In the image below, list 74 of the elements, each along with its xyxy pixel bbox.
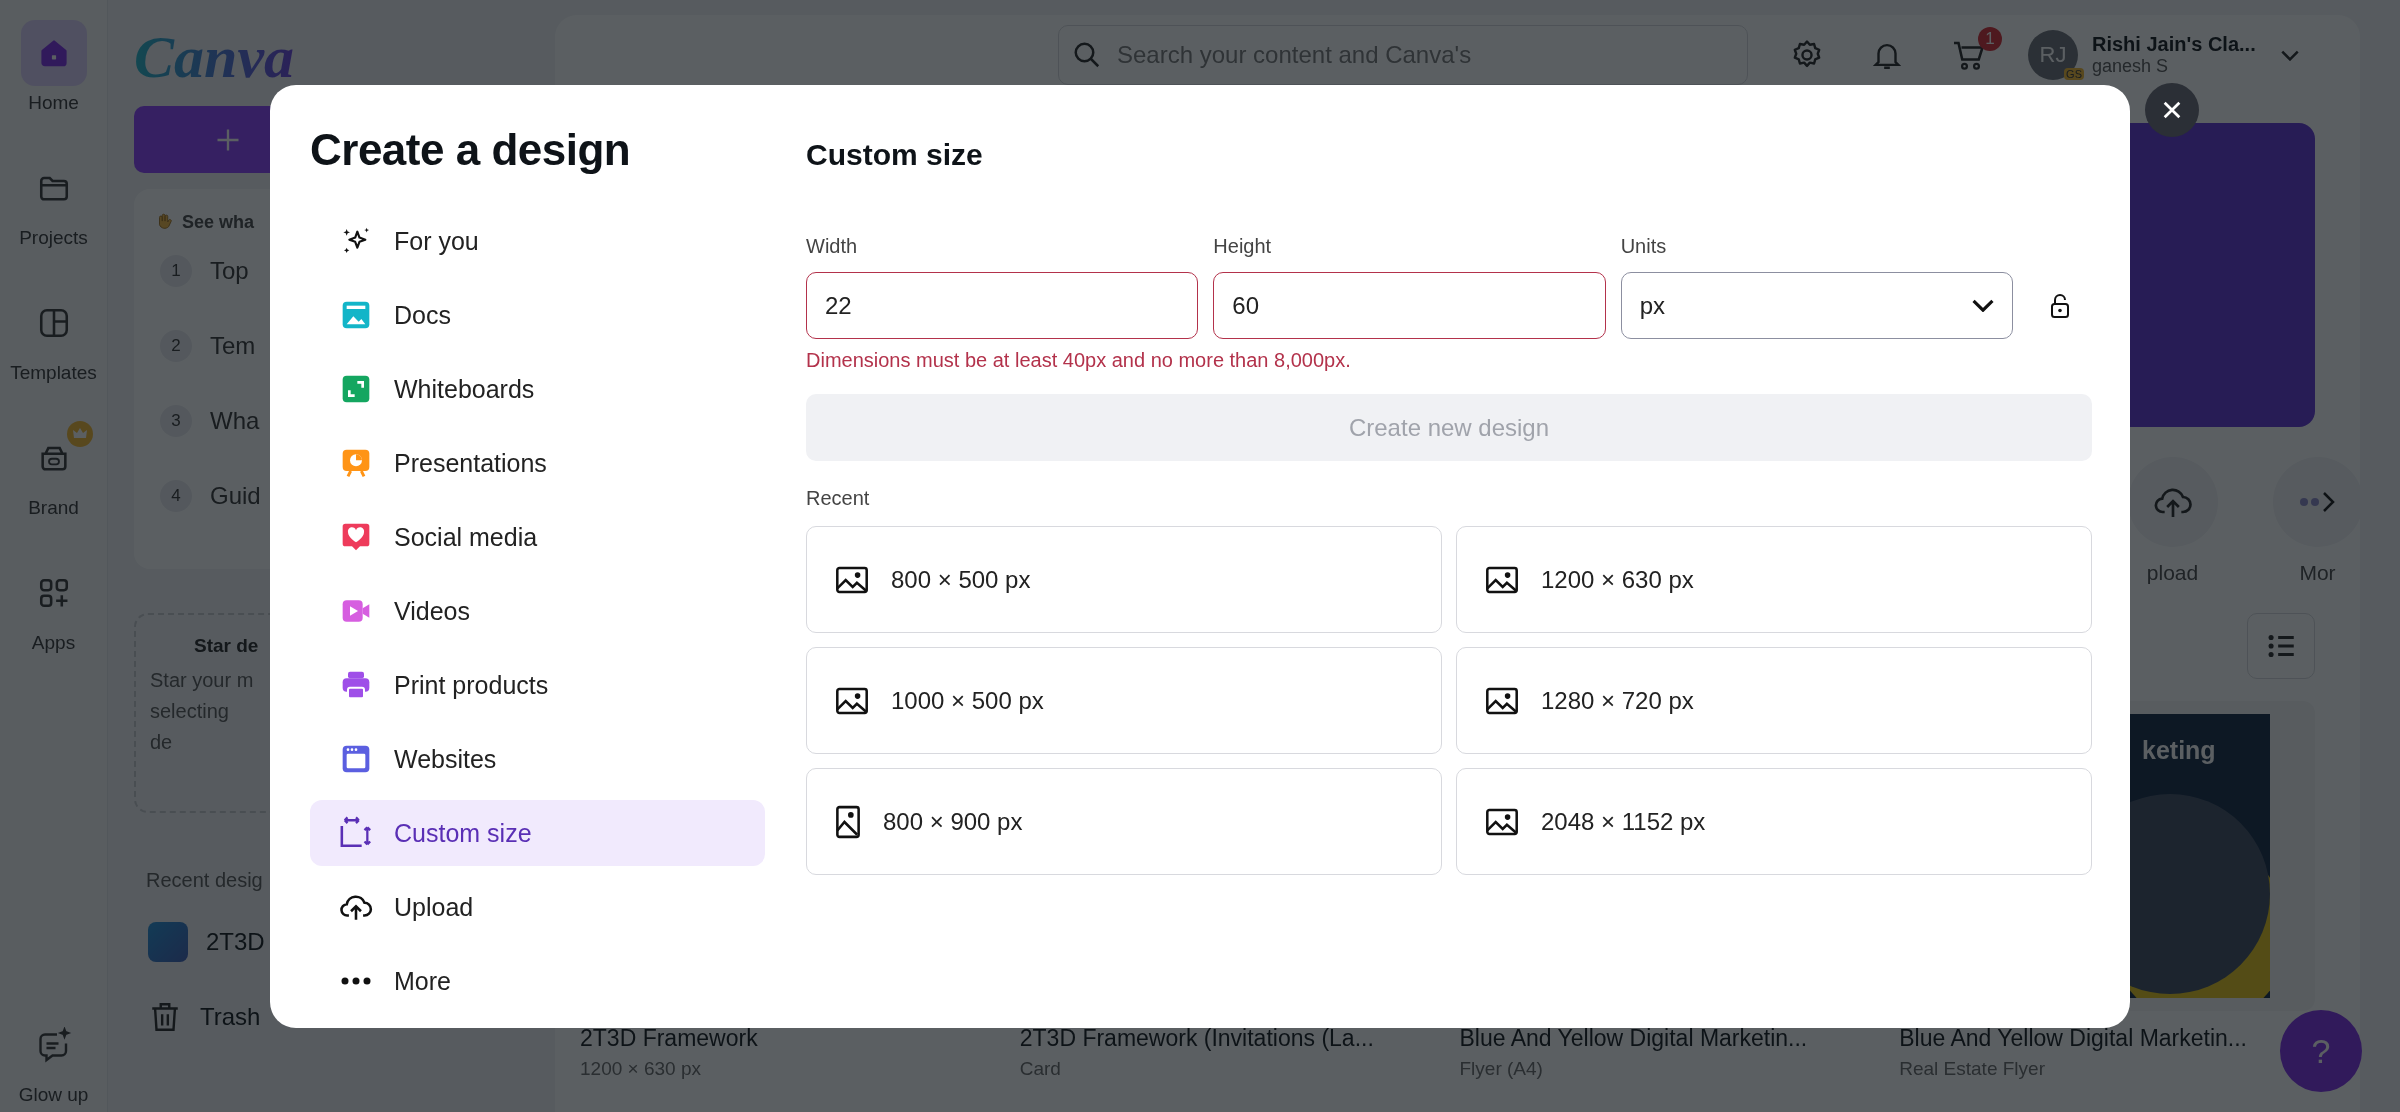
field-label: Height	[1213, 235, 1273, 258]
step-number: 4	[160, 479, 192, 512]
printer-icon	[340, 669, 372, 701]
design-title[interactable]: Blue And Yellow Digital Marketin...	[1459, 1025, 1876, 1052]
image-icon	[835, 686, 869, 715]
step-number: 2	[160, 329, 192, 362]
portrait-image-icon	[835, 804, 861, 839]
list-item-text[interactable]: Tem	[210, 331, 256, 360]
chevron-down-icon	[2281, 49, 2299, 61]
more-icon	[340, 976, 372, 986]
browser-window-icon	[340, 743, 372, 775]
design-thumbnail	[148, 922, 188, 962]
recent-size-option[interactable]: 1200 × 630 px	[1456, 526, 2092, 633]
trash-link[interactable]: Trash	[200, 1003, 261, 1031]
nav-item[interactable]: For you	[310, 208, 765, 274]
image-icon	[1485, 807, 1519, 836]
recent-size-option[interactable]: 800 × 900 px	[806, 768, 1442, 875]
nav-item[interactable]: Docs	[310, 282, 765, 348]
step-number: 1	[160, 254, 192, 287]
recent-size-option[interactable]: 1280 × 720 px	[1456, 647, 2092, 754]
list-item-text[interactable]: Guid	[210, 481, 261, 510]
design-title[interactable]: 2T3D Framework	[580, 1025, 996, 1052]
recent-size-option[interactable]: 1000 × 500 px	[806, 647, 1442, 754]
thumbnail-text: keting	[2142, 736, 2216, 765]
image-icon	[1485, 686, 1519, 715]
document-icon	[340, 299, 372, 331]
nav-item[interactable]: Presentations	[310, 430, 765, 496]
list-item-text[interactable]: Wha	[210, 406, 260, 435]
section-heading: Recent	[806, 487, 871, 510]
resize-icon	[339, 816, 373, 850]
units-dropdown[interactable]: px	[1620, 272, 2013, 339]
close-icon	[2161, 99, 2183, 121]
nav-item[interactable]: Videos	[310, 578, 765, 644]
nav-item[interactable]: Websites	[310, 726, 765, 792]
nav-item[interactable]: Social media	[310, 504, 765, 570]
nav-item[interactable]: Whiteboards	[310, 356, 765, 422]
image-icon	[835, 565, 869, 594]
rail-item[interactable]: Home	[0, 20, 108, 155]
list-item-text[interactable]: Top	[210, 256, 249, 285]
rail-item[interactable]: Projects	[0, 155, 108, 290]
search-icon	[1072, 40, 1102, 70]
rail-item[interactable]: Templates	[0, 290, 108, 425]
step-number: 3	[160, 404, 192, 437]
crown-badge-icon	[66, 421, 93, 447]
field-label: Width	[806, 235, 859, 258]
heart-icon	[340, 521, 372, 553]
nav-item[interactable]: Upload	[310, 874, 765, 940]
whiteboard-icon	[340, 373, 372, 405]
recent-size-option[interactable]: 2048 × 1152 px	[1456, 768, 2092, 875]
section-title: Custom size	[806, 137, 984, 173]
recent-size-option[interactable]: 800 × 500 px	[806, 526, 1442, 633]
card-heading: See wha	[182, 211, 255, 233]
dimension-field[interactable]: 22	[806, 272, 1199, 339]
image-icon	[1485, 565, 1519, 594]
nav-item[interactable]: More	[310, 948, 765, 1014]
dimension-field[interactable]: 60	[1213, 272, 1606, 339]
error-message: Dimensions must be at least 40px and no more than 8,000px.	[806, 349, 1352, 372]
rail-item[interactable]: Brand	[0, 425, 108, 560]
rail-item[interactable]: Apps	[0, 560, 108, 695]
field-label: Units	[1620, 235, 1668, 258]
list-view-button[interactable]	[2247, 613, 2315, 679]
account-name: Rishi Jain's Cla...	[2092, 33, 2256, 56]
presentation-icon	[340, 447, 372, 479]
design-title[interactable]: 2T3D Framework (Invitations (La...	[1019, 1025, 1436, 1052]
nav-item[interactable]: Print products	[310, 652, 765, 718]
nav-item[interactable]: Custom size	[310, 800, 765, 866]
team-badge: GS	[2064, 68, 2084, 80]
chevron-down-icon	[1972, 299, 1994, 312]
rail-item[interactable]: Glow up	[0, 1012, 108, 1112]
unlocked-padlock-icon[interactable]	[2049, 293, 2071, 319]
dialog-title: Create a design	[310, 125, 632, 175]
recent-design-link[interactable]: 2T3D	[206, 928, 265, 956]
cart-count-badge: 1	[1978, 27, 2002, 51]
panel-title: Star de	[194, 635, 259, 657]
